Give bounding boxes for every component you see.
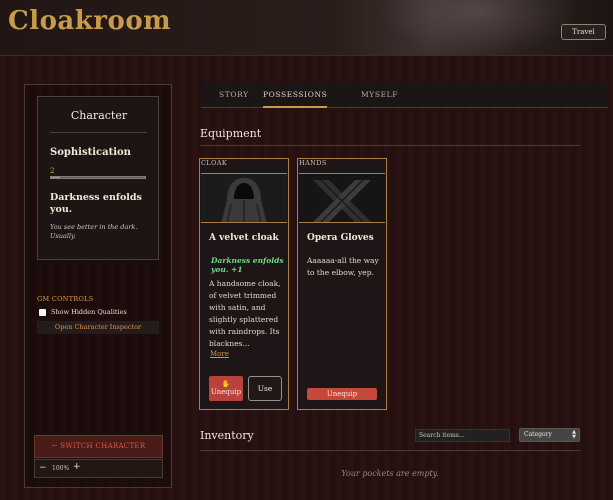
- quality-progress-bar: [50, 176, 146, 179]
- gloves-image: [299, 173, 385, 223]
- select-arrows-icon: ▲ ▼: [572, 429, 576, 440]
- character-heading: Character: [70, 109, 128, 122]
- switch-character-button[interactable]: ← SWITCH CHARACTER: [34, 435, 163, 458]
- unequip-label: Unequip: [210, 388, 242, 396]
- item-name: Opera Gloves: [307, 233, 374, 243]
- zoom-level: 100%: [52, 465, 70, 472]
- equipment-card-gloves[interactable]: HANDS Opera Gloves Aaaaaa-all the way to…: [297, 158, 387, 410]
- category-select[interactable]: Category ▲ ▼: [519, 428, 580, 442]
- gm-controls-heading: GM CONTROLS: [37, 295, 94, 303]
- sidebar: Character Sophistication 2 Darkness enfo…: [24, 84, 172, 488]
- tab-story[interactable]: STORY: [219, 83, 249, 108]
- equipment-heading: Equipment: [200, 127, 262, 140]
- unequip-button[interactable]: Unequip: [307, 388, 377, 400]
- app-title: Cloakroom: [8, 6, 172, 36]
- top-header: Cloakroom Travel: [0, 0, 613, 56]
- show-hidden-checkbox[interactable]: [39, 309, 46, 316]
- quality-progress-fill: [51, 177, 61, 178]
- tab-myself[interactable]: MYSELF: [361, 83, 398, 108]
- header-figure-art: [380, 0, 580, 56]
- item-description: A handsome cloak, of velvet trimmed with…: [209, 279, 281, 348]
- search-items-input[interactable]: [415, 429, 510, 442]
- equipment-card-cloak[interactable]: CLOAK A velvet cloak Darkness enfolds yo…: [199, 158, 289, 410]
- inventory-heading: Inventory: [200, 429, 254, 442]
- more-link[interactable]: More: [210, 350, 229, 358]
- character-card: Character Sophistication 2 Darkness enfo…: [37, 96, 159, 260]
- hand-icon: ✋: [221, 380, 231, 388]
- zoom-out-button[interactable]: −: [39, 463, 47, 473]
- zoom-in-button[interactable]: +: [73, 462, 81, 472]
- show-hidden-label[interactable]: Show Hidden Qualities: [51, 308, 127, 316]
- item-name: A velvet cloak: [209, 233, 279, 243]
- travel-button[interactable]: Travel: [561, 24, 606, 40]
- state-name: Darkness enfolds you.: [50, 192, 142, 215]
- quality-name: Sophistication: [50, 147, 131, 158]
- open-inspector-button[interactable]: Open Character Inspector: [37, 321, 159, 334]
- use-button[interactable]: Use: [248, 376, 282, 401]
- item-description: Aaaaaa-all the way to the elbow, yep.: [307, 256, 379, 277]
- equipment-divider: [200, 145, 580, 146]
- inventory-empty-message: Your pockets are empty.: [341, 469, 439, 478]
- item-effect: Darkness enfolds you. +1: [211, 256, 284, 274]
- tab-bar: STORY POSSESSIONS MYSELF: [201, 83, 608, 108]
- slot-label: CLOAK: [201, 159, 228, 167]
- tab-possessions[interactable]: POSSESSIONS: [263, 83, 328, 108]
- gloves-icon: [299, 174, 385, 222]
- state-description: You see better in the dark. Usually.: [50, 223, 138, 240]
- quality-value: 2: [50, 167, 55, 175]
- hooded-cloak-icon: [201, 174, 287, 222]
- inventory-divider: [200, 450, 580, 451]
- slot-label: HANDS: [299, 159, 327, 167]
- cloak-image: [201, 173, 287, 223]
- character-divider: [50, 132, 147, 133]
- unequip-button[interactable]: ✋ Unequip: [209, 376, 243, 401]
- zoom-control: − 100% +: [34, 459, 163, 478]
- category-value: Category: [524, 431, 552, 438]
